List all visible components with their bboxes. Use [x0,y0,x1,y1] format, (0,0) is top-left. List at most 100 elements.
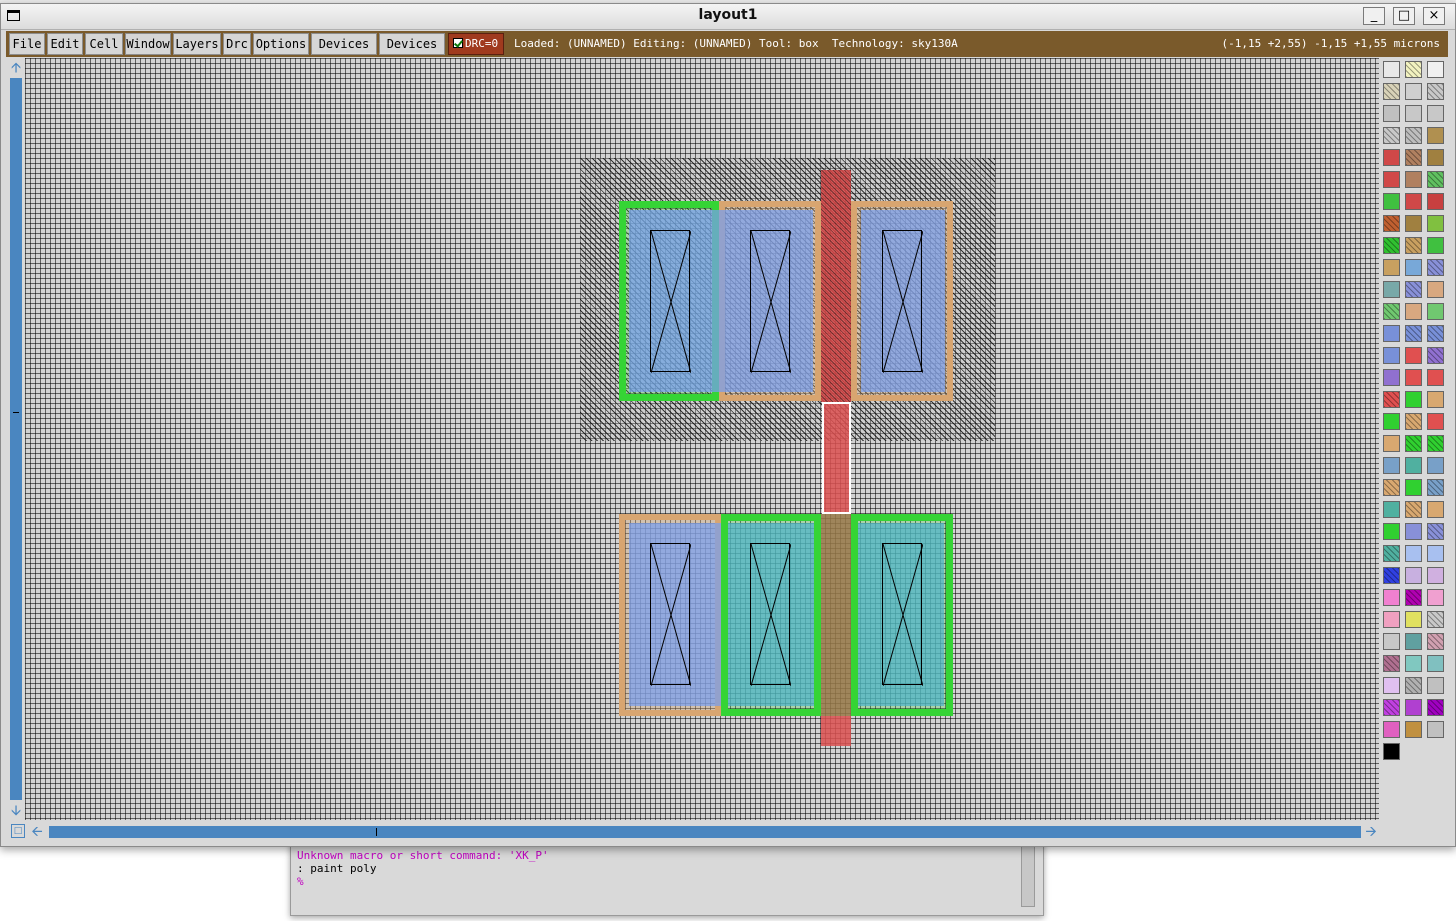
layer-swatch[interactable] [1405,215,1422,232]
layer-swatch[interactable] [1427,259,1444,276]
layer-swatch[interactable] [1405,61,1422,78]
layer-swatch[interactable] [1427,127,1444,144]
contact-cut[interactable] [882,543,923,686]
layer-swatch[interactable] [1383,457,1400,474]
scroll-left-icon[interactable]: 🡨 [29,824,45,840]
scroll-up-icon[interactable]: 🡩 [8,60,24,76]
layer-swatch[interactable] [1383,303,1400,320]
horizontal-scroll-thumb[interactable] [376,828,377,836]
layer-swatch[interactable] [1405,633,1422,650]
menu-edit[interactable]: Edit [47,33,83,55]
layer-swatch[interactable] [1383,721,1400,738]
layer-swatch[interactable] [1405,391,1422,408]
layer-swatch[interactable] [1383,215,1400,232]
layer-swatch[interactable] [1383,501,1400,518]
layer-swatch[interactable] [1405,149,1422,166]
layer-swatch[interactable] [1405,523,1422,540]
layer-swatch[interactable] [1383,567,1400,584]
contact-cut[interactable] [650,230,691,373]
layer-swatch[interactable] [1427,281,1444,298]
layer-swatch[interactable] [1427,171,1444,188]
layer-swatch[interactable] [1383,523,1400,540]
layer-swatch[interactable] [1427,347,1444,364]
layer-swatch[interactable] [1383,633,1400,650]
layer-swatch[interactable] [1427,721,1444,738]
vertical-scroll-track[interactable] [10,78,22,800]
layer-swatch[interactable] [1383,611,1400,628]
layer-swatch[interactable] [1383,391,1400,408]
layer-swatch[interactable] [1405,655,1422,672]
layer-swatch[interactable] [1427,479,1444,496]
layer-swatch[interactable] [1383,149,1400,166]
layer-swatch[interactable] [1405,303,1422,320]
layer-swatch[interactable] [1405,105,1422,122]
menu-window[interactable]: Window [125,33,171,55]
layer-swatch[interactable] [1427,567,1444,584]
menu-cell[interactable]: Cell [85,33,123,55]
layer-swatch[interactable] [1405,83,1422,100]
layer-swatch[interactable] [1405,435,1422,452]
layer-swatch[interactable] [1427,435,1444,452]
layer-swatch[interactable] [1427,501,1444,518]
menu-file[interactable]: File [9,33,45,55]
layer-swatch[interactable] [1405,171,1422,188]
layer-swatch[interactable] [1383,413,1400,430]
layer-swatch[interactable] [1405,567,1422,584]
layer-swatch[interactable] [1383,171,1400,188]
layer-swatch[interactable] [1405,413,1422,430]
layer-swatch[interactable] [1427,523,1444,540]
drc-checkbox[interactable] [453,38,463,48]
layout-canvas[interactable] [25,58,1379,820]
layer-swatch[interactable] [1383,83,1400,100]
poly-gate-nmos-extension[interactable] [821,716,851,746]
layer-swatch[interactable] [1427,215,1444,232]
layer-swatch[interactable] [1405,259,1422,276]
layer-swatch[interactable] [1427,545,1444,562]
layer-swatch[interactable] [1427,237,1444,254]
close-button[interactable]: × [1423,7,1445,25]
layer-swatch[interactable] [1427,369,1444,386]
layer-swatch[interactable] [1405,457,1422,474]
layer-swatch[interactable] [1427,413,1444,430]
contact-cut[interactable] [650,543,691,686]
layer-swatch[interactable] [1383,655,1400,672]
layer-swatch[interactable] [1383,259,1400,276]
contact-cut[interactable] [882,230,923,373]
layer-swatch[interactable] [1383,369,1400,386]
layer-swatch[interactable] [1383,193,1400,210]
title-bar[interactable]: layout1 _ □ × [1,4,1455,30]
menu-devices-2[interactable]: Devices 2 [379,33,445,71]
menu-devices-1[interactable]: Devices 1 [311,33,377,71]
layer-swatch[interactable] [1427,699,1444,716]
layer-swatch[interactable] [1383,281,1400,298]
scroll-right-icon[interactable]: 🡪 [1363,824,1379,840]
layer-swatch[interactable] [1427,149,1444,166]
horizontal-scroll-track[interactable] [49,826,1361,838]
layer-swatch[interactable] [1405,677,1422,694]
layer-swatch[interactable] [1427,303,1444,320]
layer-swatch[interactable] [1383,237,1400,254]
layer-swatch[interactable] [1427,61,1444,78]
contact-cut[interactable] [750,230,791,373]
layer-swatch[interactable] [1427,611,1444,628]
layer-swatch[interactable] [1427,655,1444,672]
layer-swatch[interactable] [1383,699,1400,716]
vertical-scrollbar[interactable]: 🡩 🡫 [7,58,25,820]
layer-swatch[interactable] [1383,545,1400,562]
layer-swatch[interactable] [1427,325,1444,342]
contact-cut[interactable] [750,543,791,686]
layer-swatch[interactable] [1427,457,1444,474]
layer-swatch[interactable] [1405,369,1422,386]
layer-swatch[interactable] [1383,105,1400,122]
maximize-button[interactable]: □ [1393,7,1415,25]
zoom-box-icon[interactable]: □ [11,824,25,838]
layer-swatch[interactable] [1427,193,1444,210]
layer-swatch[interactable] [1383,677,1400,694]
layer-swatch[interactable] [1405,501,1422,518]
minimize-button[interactable]: _ [1363,7,1385,25]
layer-swatch[interactable] [1427,391,1444,408]
layer-swatch[interactable] [1405,479,1422,496]
vertical-scroll-thumb[interactable] [13,412,19,413]
scroll-down-icon[interactable]: 🡫 [8,803,24,819]
layer-swatch[interactable] [1383,325,1400,342]
